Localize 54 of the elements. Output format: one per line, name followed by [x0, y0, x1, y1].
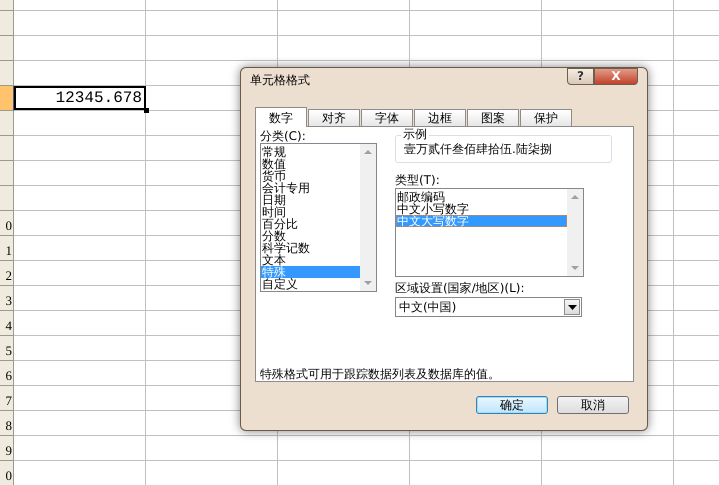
- list-item[interactable]: 科学记数: [261, 242, 360, 254]
- list-item[interactable]: 中文小写数字: [396, 203, 567, 215]
- row-header[interactable]: 4: [0, 311, 14, 336]
- ok-button[interactable]: 确定: [476, 396, 548, 414]
- row-header[interactable]: [0, 161, 14, 186]
- list-item[interactable]: 邮政编码: [396, 191, 567, 203]
- tab[interactable]: 保护: [520, 109, 572, 126]
- row-header[interactable]: 0: [0, 461, 14, 485]
- list-item[interactable]: 货币: [261, 170, 360, 182]
- row-header[interactable]: [0, 61, 14, 86]
- row-header[interactable]: 0: [0, 211, 14, 236]
- type-label: 类型(T):: [395, 173, 441, 187]
- locale-dropdown[interactable]: 中文(中国): [395, 297, 582, 317]
- list-item[interactable]: 会计专用: [261, 182, 360, 194]
- row-header[interactable]: 2: [0, 261, 14, 286]
- list-item[interactable]: 百分比: [261, 218, 360, 230]
- row-header[interactable]: [0, 136, 14, 161]
- row-header[interactable]: [0, 36, 14, 61]
- row-header[interactable]: 3: [0, 286, 14, 311]
- list-item[interactable]: 数值: [261, 158, 360, 170]
- active-cell[interactable]: 12345.678: [14, 86, 146, 110]
- tab[interactable]: 对齐: [308, 109, 360, 126]
- scrollbar[interactable]: [360, 144, 376, 291]
- list-item[interactable]: 自定义: [261, 278, 360, 290]
- tab[interactable]: 边框: [414, 109, 466, 126]
- window-title: 单元格格式: [250, 72, 310, 88]
- list-item[interactable]: 常规: [261, 146, 360, 158]
- locale-label: 区域设置(国家/地区)(L):: [395, 281, 526, 295]
- list-item[interactable]: 分数: [261, 230, 360, 242]
- tab[interactable]: 字体: [361, 109, 413, 126]
- list-item[interactable]: 文本: [261, 254, 360, 266]
- row-header[interactable]: 9: [0, 436, 14, 461]
- row-header[interactable]: [0, 111, 14, 136]
- tab[interactable]: 数字: [255, 107, 307, 127]
- tab[interactable]: 图案: [467, 109, 519, 126]
- category-label: 分类(C):: [260, 129, 307, 143]
- sample-value: 壹万贰仟叁佰肆拾伍.陆柒捌: [404, 141, 552, 158]
- dropdown-arrow-icon: [568, 304, 576, 310]
- row-header[interactable]: [0, 11, 14, 36]
- sample-label: 示例: [401, 128, 429, 141]
- row-header[interactable]: [0, 186, 14, 211]
- row-header[interactable]: 1: [0, 236, 14, 261]
- row-header[interactable]: [0, 86, 14, 111]
- help-button[interactable]: ?: [567, 68, 594, 85]
- row-header[interactable]: 5: [0, 336, 14, 361]
- row-header[interactable]: 6: [0, 361, 14, 386]
- list-item[interactable]: 日期: [261, 194, 360, 206]
- row-header[interactable]: 8: [0, 411, 14, 436]
- row-header[interactable]: 7: [0, 386, 14, 411]
- cancel-button[interactable]: 取消: [557, 396, 629, 414]
- list-item[interactable]: 时间: [261, 206, 360, 218]
- scrollbar[interactable]: [567, 189, 583, 276]
- cell-value: 12345.678: [56, 89, 143, 107]
- description-text: 特殊格式可用于跟踪数据列表及数据库的值。: [260, 366, 501, 383]
